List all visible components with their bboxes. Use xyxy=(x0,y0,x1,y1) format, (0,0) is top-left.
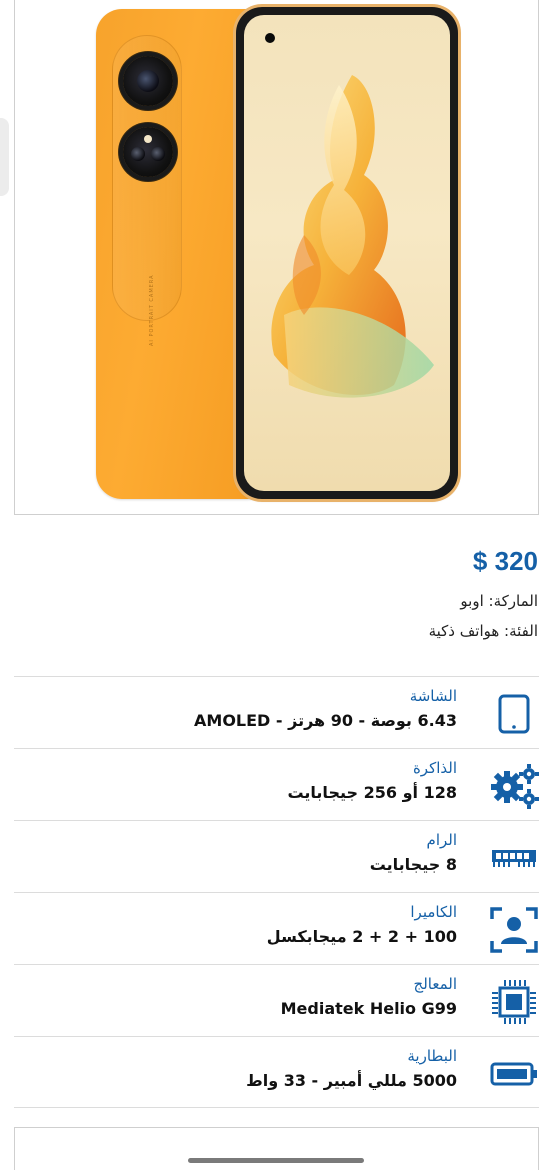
back-engraving: AI PORTRAIT CAMERA xyxy=(149,274,155,347)
wallpaper-screen xyxy=(244,15,450,491)
spec-row-processor: المعالج Mediatek Helio G99 xyxy=(14,964,539,1036)
spec-label: الرام xyxy=(426,831,457,849)
spec-label: الشاشة xyxy=(409,687,457,705)
spec-row-ram: الرام 8 جيجابايت xyxy=(14,820,539,892)
spec-row-camera: الكاميرا 100 + 2 + 2 ميجابكسل xyxy=(14,892,539,964)
product-brand: الماركة: اوبو xyxy=(460,592,538,610)
home-gesture-bar[interactable] xyxy=(188,1158,364,1163)
spec-label: المعالج xyxy=(413,975,457,993)
spec-value: 6.43 بوصة - 90 هرتز - AMOLED xyxy=(194,711,457,730)
next-section-card xyxy=(14,1127,539,1170)
spec-list: الشاشة 6.43 بوصة - 90 هرتز - AMOLED الذا… xyxy=(14,676,539,1108)
product-category: الفئة: هواتف ذكية xyxy=(428,622,538,640)
main-camera-lens-icon xyxy=(123,56,173,106)
product-page: AI PORTRAIT CAMERA $ 320 الماركة: اوبو ا… xyxy=(0,0,552,1170)
spec-value: 5000 مللي أمبير - 33 واط xyxy=(246,1071,457,1090)
spec-value: Mediatek Helio G99 xyxy=(280,999,457,1018)
phone-front-view xyxy=(236,7,458,499)
product-price: $ 320 xyxy=(472,546,538,576)
spec-value: 8 جيجابايت xyxy=(369,855,457,874)
spec-value: 100 + 2 + 2 ميجابكسل xyxy=(266,927,457,946)
camera-focus-icon xyxy=(489,905,539,955)
ram-icon xyxy=(489,833,539,883)
tablet-icon xyxy=(489,689,539,739)
spec-label: البطارية xyxy=(407,1047,457,1065)
cpu-chip-icon xyxy=(489,977,539,1027)
spec-row-battery: البطارية 5000 مللي أمبير - 33 واط xyxy=(14,1036,539,1108)
gears-icon xyxy=(489,761,539,811)
spec-label: الذاكرة xyxy=(412,759,457,777)
camera-module: AI PORTRAIT CAMERA xyxy=(112,35,182,346)
side-drawer-handle[interactable] xyxy=(0,118,9,196)
product-image[interactable]: AI PORTRAIT CAMERA xyxy=(14,0,539,515)
battery-icon xyxy=(489,1049,539,1099)
spec-row-screen: الشاشة 6.43 بوصة - 90 هرتز - AMOLED xyxy=(14,676,539,748)
secondary-camera-lens-icon xyxy=(123,127,173,177)
spec-label: الكاميرا xyxy=(410,903,457,921)
spec-row-storage: الذاكرة 128 أو 256 جيجابايت xyxy=(14,748,539,820)
front-camera-icon xyxy=(265,33,275,43)
spec-value: 128 أو 256 جيجابايت xyxy=(287,783,457,802)
